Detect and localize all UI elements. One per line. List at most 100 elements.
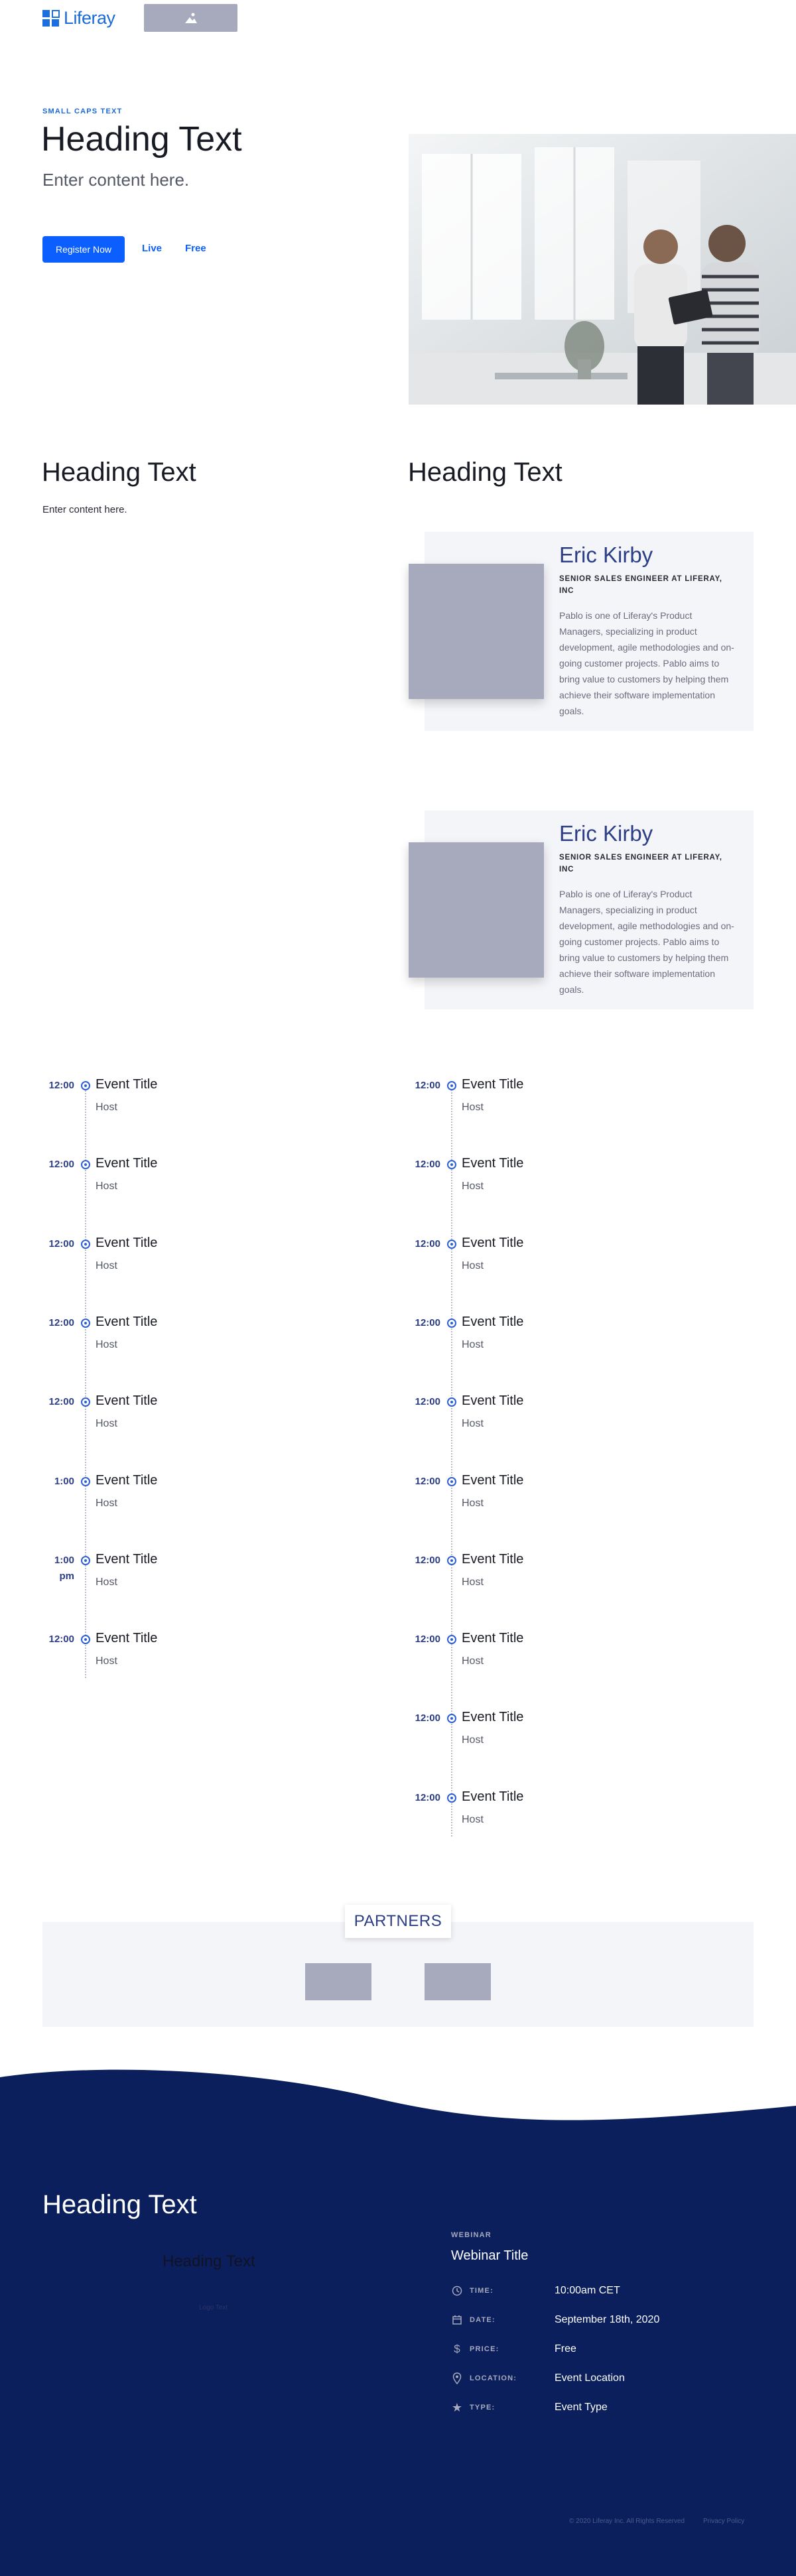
star-icon: ★: [451, 2400, 463, 2414]
event-time: 12:00: [415, 1476, 440, 1487]
event-time: 12:00: [415, 1396, 440, 1407]
event-title[interactable]: Event Title: [462, 1393, 523, 1409]
timeline-dot-icon: [81, 1160, 90, 1169]
footer-hidden-heading: Heading Text: [163, 2252, 255, 2270]
timeline-dot-icon: [447, 1160, 456, 1169]
detail-type: ★ TYPE: Event Type: [451, 2400, 730, 2415]
event-time: 12:00: [415, 1634, 440, 1645]
partners-label: PARTNERS: [345, 1905, 451, 1938]
event-title[interactable]: Event Title: [96, 1552, 157, 1567]
detail-label: LOCATION:: [470, 2374, 517, 2382]
calendar-icon: [451, 2314, 463, 2326]
event-title[interactable]: Event Title: [462, 1631, 523, 1646]
event-host: Host: [462, 1418, 484, 1429]
live-badge[interactable]: Live: [142, 243, 162, 254]
event-time: 12:00: [48, 1396, 74, 1407]
event-time: 12:00: [415, 1712, 440, 1724]
schedule-item: 12:00 Event Title Host: [409, 1631, 674, 1698]
event-time: 12:00: [415, 1317, 440, 1328]
register-now-button[interactable]: Register Now: [42, 236, 125, 263]
detail-label: PRICE:: [470, 2345, 499, 2353]
event-host: Host: [462, 1655, 484, 1667]
schedule-item: 12:00 Event Title Host: [42, 1393, 308, 1460]
detail-value: September 18th, 2020: [555, 2314, 660, 2325]
clock-icon: [451, 2285, 463, 2297]
event-title[interactable]: Event Title: [462, 1077, 523, 1092]
event-title[interactable]: Event Title: [96, 1315, 157, 1330]
schedule-item: 12:00 Event Title Host: [409, 1315, 674, 1382]
event-title[interactable]: Event Title: [96, 1236, 157, 1251]
timeline-dot-icon: [81, 1556, 90, 1565]
detail-label: TIME:: [470, 2287, 494, 2295]
speaker-bio: Pablo is one of Liferay's Product Manage…: [559, 610, 734, 716]
event-time: 12:00: [48, 1634, 74, 1645]
timeline-dot-icon: [81, 1635, 90, 1644]
timeline-dot-icon: [447, 1319, 456, 1328]
event-title[interactable]: Event Title: [462, 1236, 523, 1251]
dollar-icon: $: [454, 2343, 460, 2355]
event-title[interactable]: Event Title: [462, 1473, 523, 1488]
timeline-dot-icon: [447, 1714, 456, 1723]
footer-hidden-logo-text: Logo Text: [199, 2304, 228, 2311]
event-title[interactable]: Event Title: [96, 1393, 157, 1409]
event-title[interactable]: Event Title: [462, 1315, 523, 1330]
location-pin-icon: [451, 2372, 463, 2384]
event-host: Host: [96, 1418, 117, 1429]
schedule-item: 12:00 Event Title Host: [42, 1236, 308, 1303]
event-title[interactable]: Event Title: [462, 1789, 523, 1805]
schedule-item: 12:00 Event Title Host: [409, 1156, 674, 1223]
partner-logo[interactable]: [305, 1963, 371, 2000]
speaker-role: SENIOR SALES ENGINEER AT LIFERAY, INC: [559, 854, 722, 873]
schedule-item: 12:00 Event Title Host: [409, 1789, 674, 1856]
timeline-dot-icon: [447, 1477, 456, 1486]
event-host: Host: [462, 1260, 484, 1271]
schedule-item: 12:00 Event Title Host: [42, 1631, 308, 1698]
speaker-name: Eric Kirby: [559, 543, 653, 567]
webinar-kicker: WEBINAR: [451, 2231, 492, 2239]
event-time: 12:00: [48, 1317, 74, 1328]
event-time: 12:00: [48, 1238, 74, 1250]
timeline-dot-icon: [447, 1556, 456, 1565]
event-title[interactable]: Event Title: [96, 1156, 157, 1171]
detail-date: DATE: September 18th, 2020: [451, 2312, 730, 2328]
event-title[interactable]: Event Title: [96, 1631, 157, 1646]
privacy-policy-link[interactable]: Privacy Policy: [703, 2518, 744, 2525]
event-title[interactable]: Event Title: [462, 1156, 523, 1171]
detail-price: $ PRICE: Free: [451, 2341, 730, 2357]
event-time: 12:00: [48, 1080, 74, 1091]
schedule-item: 12:00 Event Title Host: [42, 1315, 308, 1382]
event-time: 1:00: [54, 1476, 74, 1487]
hero-kicker: SMALL CAPS TEXT: [42, 107, 123, 115]
event-host: Host: [96, 1181, 117, 1192]
timeline-dot-icon: [447, 1081, 456, 1090]
event-host: Host: [462, 1734, 484, 1746]
hero-subheading: Enter content here.: [42, 170, 190, 190]
detail-value: Event Location: [555, 2372, 625, 2384]
event-title[interactable]: Event Title: [96, 1473, 157, 1488]
timeline-dot-icon: [447, 1397, 456, 1407]
event-host: Host: [462, 1102, 484, 1113]
free-badge[interactable]: Free: [185, 243, 206, 254]
schedule-item: 1:00 Event Title Host: [42, 1473, 308, 1540]
timeline-dot-icon: [447, 1793, 456, 1803]
speaker-photo: [409, 564, 544, 699]
schedule-item: 12:00 Event Title Host: [409, 1710, 674, 1777]
image-icon: [184, 13, 197, 23]
event-host: Host: [462, 1814, 484, 1825]
event-host: Host: [462, 1577, 484, 1588]
event-time: 12:00: [415, 1159, 440, 1170]
partner-logo[interactable]: [425, 1963, 491, 2000]
schedule-item: 12:00 Event Title Host: [42, 1156, 308, 1223]
event-host: Host: [96, 1260, 117, 1271]
event-title[interactable]: Event Title: [462, 1552, 523, 1567]
site-header: Liferay: [0, 0, 796, 37]
event-title[interactable]: Event Title: [462, 1710, 523, 1725]
hero-heading: Heading Text: [41, 120, 242, 159]
liferay-logo[interactable]: Liferay: [42, 8, 115, 29]
timeline-dot-icon: [447, 1635, 456, 1644]
event-host: Host: [96, 1102, 117, 1113]
event-title[interactable]: Event Title: [96, 1077, 157, 1092]
timeline-dot-icon: [81, 1397, 90, 1407]
event-host: Host: [96, 1577, 117, 1588]
detail-time: TIME: 10:00am CET: [451, 2283, 730, 2299]
